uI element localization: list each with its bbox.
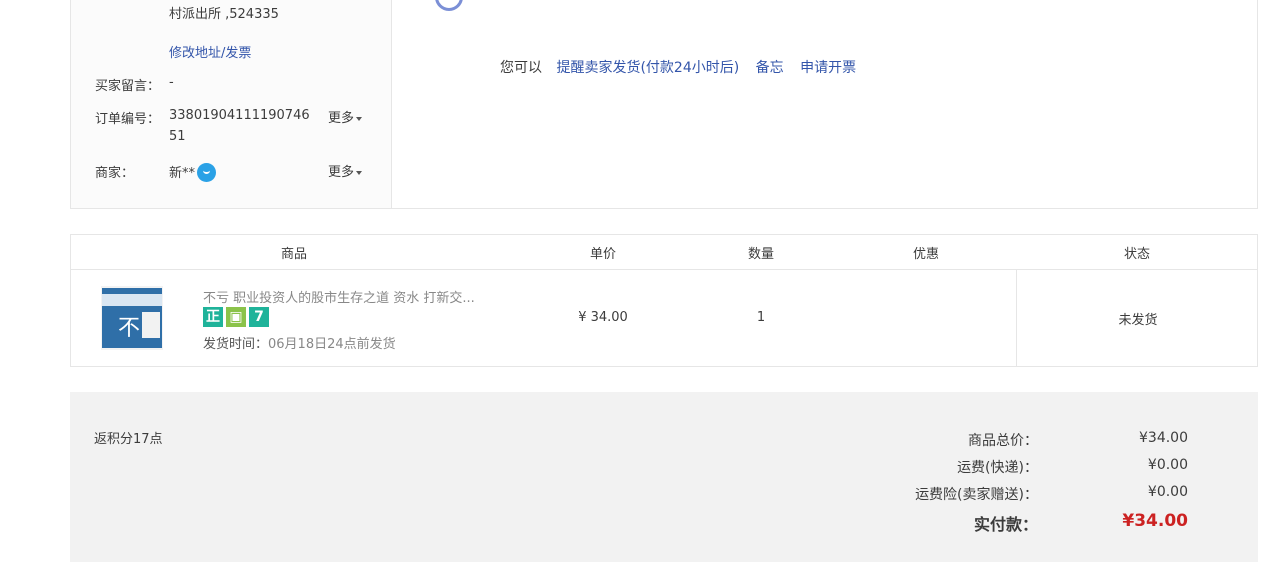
item-status-cell: 未发货 [1016,270,1259,366]
invoice-link[interactable]: 申请开票 [800,60,856,76]
memo-link[interactable]: 备忘 [756,60,784,76]
insurance-value: ¥0.00 [1147,484,1188,500]
ship-time-value: 06月18日24点前发货 [268,337,396,352]
wangwang-chat-icon[interactable] [197,163,217,182]
goods-total-value: ¥34.00 [1139,430,1188,446]
seven-day-return-badge-icon[interactable]: 7 [249,307,269,327]
order-no-label: 订单编号： [95,112,161,127]
order-no-value: 3380190411119074651 [169,108,310,144]
header-product: 商品 [280,247,308,262]
remind-seller-link[interactable]: 提醒卖家发货(付款24小时后) [556,60,739,76]
order-more-dropdown[interactable]: 更多 [328,107,363,126]
order-actions: 您可以 提醒卖家发货(付款24小时后) 备忘 申请开票 [500,57,868,77]
paid-total-row: 实付款： ¥34.00 [788,511,1188,534]
table-header: 商品 单价 数量 优惠 状态 [71,235,1257,270]
goods-total-label: 商品总价： [968,433,1038,449]
seller-label: 商家： [95,166,135,181]
seller-name: 新** [169,166,196,181]
buyer-message-label: 买家留言： [95,79,161,94]
ship-time: 发货时间：06月18日24点前发货 [203,333,396,352]
more-label: 更多 [328,111,355,126]
caret-down-icon [356,170,363,175]
header-qty: 数量 [747,247,775,262]
actions-intro: 您可以 [500,60,542,76]
buyer-message-value: - [169,75,174,90]
seller-more-dropdown[interactable]: 更多 [328,161,363,180]
goods-total-row: 商品总价： ¥34.00 [788,430,1188,450]
status-clock-icon [435,0,463,11]
header-discount: 优惠 [912,247,940,262]
order-info-left: 村派出所 ,524335 修改地址/发票 买家留言： - 订单编号： 33801… [71,0,392,208]
more-label: 更多 [328,165,355,180]
caret-down-icon [356,116,363,121]
shipping-label: 运费(快递)： [957,460,1038,476]
modify-address-link[interactable]: 修改地址/发票 [169,42,251,61]
insurance-label: 运费险(卖家赠送)： [915,487,1038,503]
header-status: 状态 [1123,247,1151,262]
order-summary: 返积分17点 商品总价： ¥34.00 运费(快递)： ¥0.00 运费险(卖家… [70,392,1258,562]
shipping-value: ¥0.00 [1147,457,1188,473]
product-badges: 正 ▣ 7 [203,307,272,327]
book-cover: 不 [102,288,162,348]
order-item-table: 商品 单价 数量 优惠 状态 不 不亏 职业投资人的股市生存之道 资水 打新交.… [70,234,1258,367]
order-info-panel: 村派出所 ,524335 修改地址/发票 买家留言： - 订单编号： 33801… [70,0,1258,209]
item-qty: 1 [756,310,766,325]
ship-time-label: 发货时间： [203,337,269,352]
item-price: ¥ 34.00 [578,310,628,325]
reward-points: 返积分17点 [94,432,163,447]
seller-value: 新** [169,162,217,183]
shipping-row: 运费(快递)： ¥0.00 [788,457,1188,477]
paid-label: 实付款： [973,515,1038,534]
address-tail: 村派出所 ,524335 [169,7,279,22]
product-title-link[interactable]: 不亏 职业投资人的股市生存之道 资水 打新交... [203,287,503,306]
product-thumbnail[interactable]: 不 [101,286,163,350]
item-status: 未发货 [1118,313,1158,328]
header-price: 单价 [589,247,617,262]
paid-value: ¥34.00 [1122,511,1188,531]
shop-badge-icon[interactable]: ▣ [226,307,246,327]
insurance-row: 运费险(卖家赠送)： ¥0.00 [788,484,1188,504]
genuine-badge-icon[interactable]: 正 [203,307,223,327]
